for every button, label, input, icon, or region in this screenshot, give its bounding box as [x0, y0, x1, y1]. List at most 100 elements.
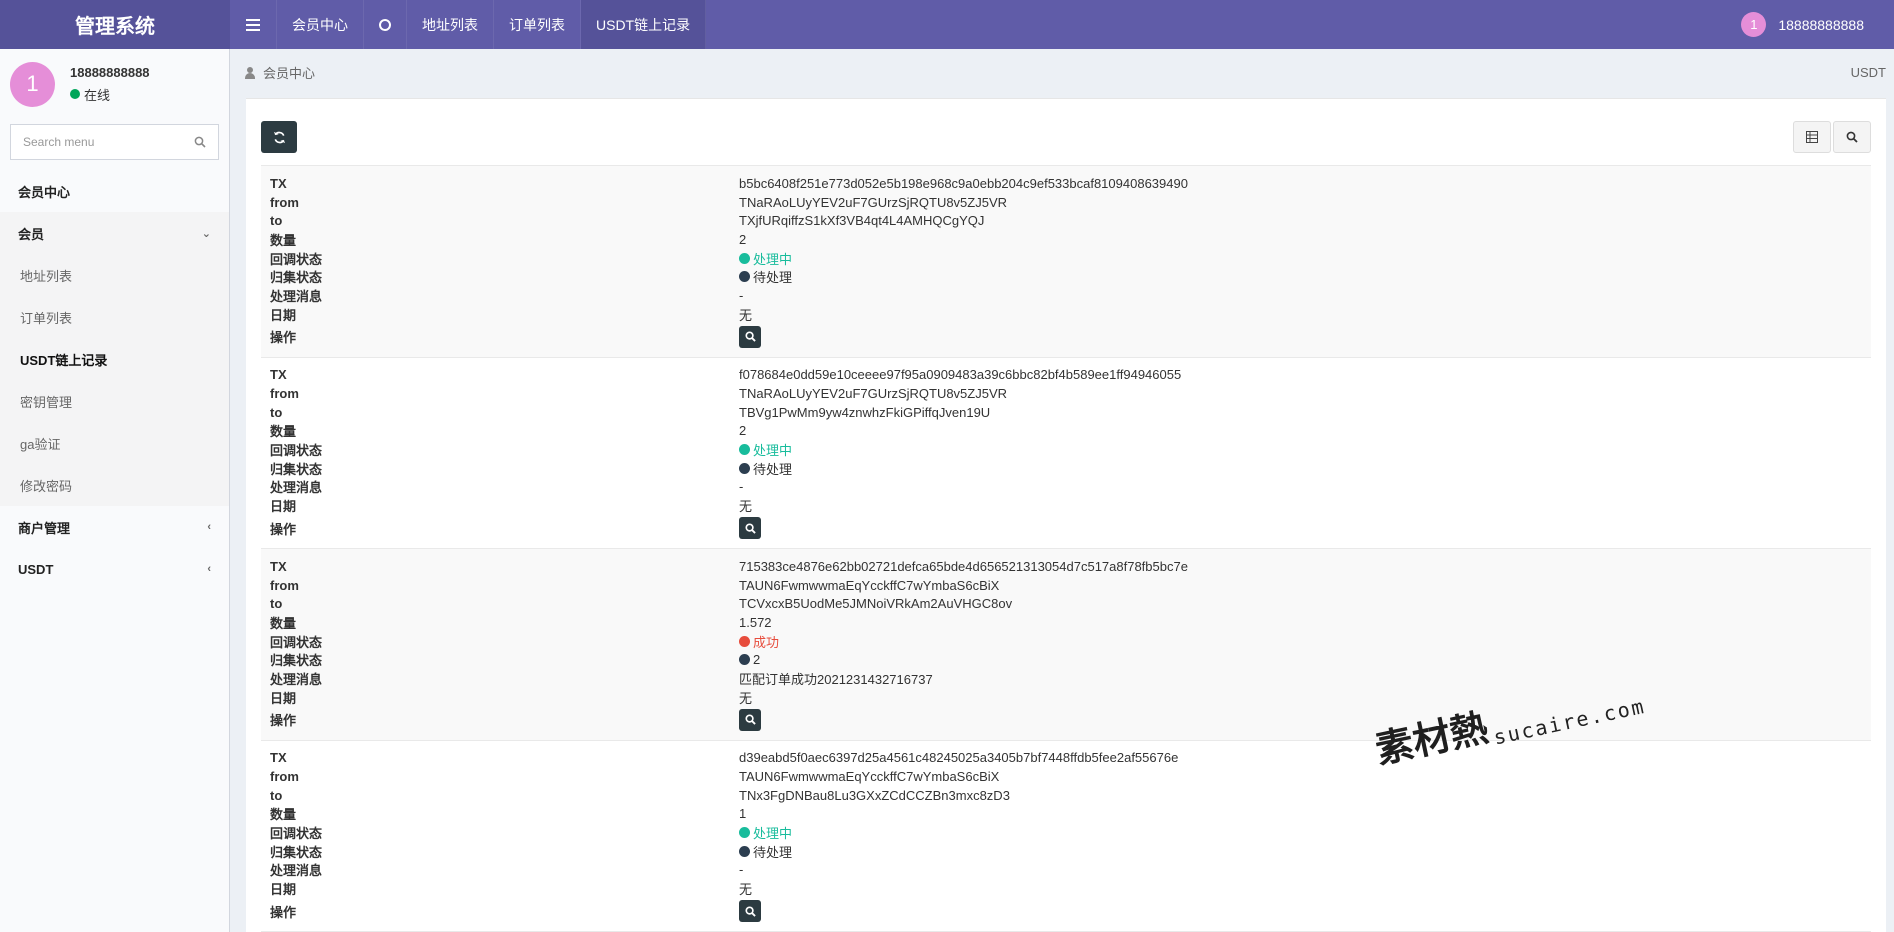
status-dot-icon — [739, 635, 750, 647]
collect-status: 待处理 — [739, 842, 792, 861]
message-label: 处理消息 — [270, 863, 323, 879]
tx-label: TX — [270, 558, 287, 574]
tx-label: TX — [270, 750, 287, 766]
status-text: 处理中 — [753, 826, 793, 842]
amount-value: 2 — [739, 231, 747, 247]
status-dot-icon — [739, 462, 750, 474]
op-label: 操作 — [270, 713, 297, 728]
view-detail-button[interactable] — [739, 708, 761, 731]
op-label: 操作 — [270, 904, 297, 920]
status-dot-icon — [739, 252, 750, 264]
sidebar-item-usdt-records[interactable]: USDT链上记录 — [0, 338, 229, 380]
record-row: TX f078684e0dd59e10ceeee97f95a0909483a39c… — [261, 356, 1871, 549]
field-row: 处理消息 - — [261, 286, 1871, 305]
hamburger-icon — [246, 18, 260, 31]
date-label: 日期 — [270, 307, 297, 323]
records-list: TX b5bc6408f251e773d052e5b198e968c9a0ebb2… — [261, 165, 1871, 932]
refresh-button[interactable] — [261, 121, 297, 153]
sidebar-item-change-password[interactable]: 修改密码 — [0, 464, 229, 506]
tab-member-center[interactable]: 会员中心 — [277, 0, 364, 49]
collect-label: 归集状态 — [270, 461, 323, 477]
to-value: TXjfURqiffzS1kXf3VB4qt4L4AMHQCgYQJ — [739, 213, 985, 229]
amount-label: 数量 — [270, 232, 297, 248]
status-text: 处理中 — [753, 443, 793, 459]
field-row: from TAUN6FwmwwmaEqYcckffC7wYmbaS6cBiX — [261, 767, 1871, 786]
date-label: 日期 — [270, 499, 297, 515]
to-value: TBVg1PwMm9yw4znwhzFkiGPiffqJven19U — [739, 404, 991, 420]
tab-address-list[interactable]: 地址列表 — [407, 0, 494, 49]
app-logo[interactable]: 管理系统 — [0, 0, 230, 49]
status-text: 成功 — [753, 634, 780, 650]
from-value: TNaRAoLUyYEV2uF7GUrzSjRQTU8v5ZJ5VR — [739, 386, 1008, 402]
tx-label: TX — [270, 367, 287, 383]
records-panel: TX b5bc6408f251e773d052e5b198e968c9a0ebb2… — [246, 98, 1886, 932]
user-icon — [245, 66, 255, 79]
status-dot-icon — [739, 845, 750, 857]
op-value — [739, 708, 761, 731]
field-row: from TNaRAoLUyYEV2uF7GUrzSjRQTU8v5ZJ5VR — [261, 384, 1871, 403]
amount-value: 1.572 — [739, 614, 772, 630]
message-value: - — [739, 287, 744, 303]
field-row: to TXjfURqiffzS1kXf3VB4qt4L4AMHQCgYQJ — [261, 211, 1871, 230]
amount-label: 数量 — [270, 615, 297, 631]
tab-usdt-records[interactable]: USDT链上记录 — [581, 0, 707, 49]
avatar: 1 — [1741, 12, 1767, 37]
message-label: 处理消息 — [270, 671, 323, 687]
sidebar-item-ga-verify[interactable]: ga验证 — [0, 422, 229, 464]
search-input[interactable] — [23, 135, 173, 149]
op-value — [739, 900, 761, 922]
amount-value: 2 — [739, 423, 747, 439]
callback-status: 成功 — [739, 632, 779, 651]
search-box — [10, 124, 219, 160]
view-detail-button[interactable] — [739, 517, 761, 539]
op-label: 操作 — [270, 330, 297, 345]
sidebar-item-merchant[interactable]: 商户管理 ‹ — [0, 506, 229, 548]
amount-label: 数量 — [270, 424, 297, 440]
status-text: 处理中 — [753, 251, 793, 267]
callback-label: 回调状态 — [270, 826, 323, 842]
sidebar-item-usdt[interactable]: USDT ‹ — [0, 548, 229, 590]
user-panel: 1 18888888888 在线 — [0, 49, 229, 119]
search-icon — [744, 714, 756, 725]
field-row: TX b5bc6408f251e773d052e5b198e968c9a0ebb2… — [261, 174, 1871, 193]
search-toggle-button[interactable] — [1833, 121, 1871, 153]
sidebar-item-key-management[interactable]: 密钥管理 — [0, 380, 229, 422]
sidebar-item-address-list[interactable]: 地址列表 — [0, 254, 229, 296]
sidebar-toggle-button[interactable] — [230, 0, 277, 49]
columns-button[interactable] — [1793, 121, 1831, 153]
menu-label: 订单列表 — [20, 310, 73, 326]
tab-order-list[interactable]: 订单列表 — [494, 0, 581, 49]
circle-icon — [379, 18, 391, 31]
to-label: to — [270, 787, 283, 803]
view-detail-button[interactable] — [739, 325, 761, 348]
status-dot-icon — [739, 271, 750, 283]
field-row: TX d39eabd5f0aec6397d25a4561c48245025a340… — [261, 749, 1871, 768]
sidebar-item-member[interactable]: 会员 ⌄ — [0, 212, 229, 254]
date-label: 日期 — [270, 882, 297, 898]
from-value: TAUN6FwmwwmaEqYcckffC7wYmbaS6cBiX — [739, 577, 1000, 593]
record-row: TX d39eabd5f0aec6397d25a4561c48245025a340… — [261, 739, 1871, 932]
field-row: 日期 无 — [261, 879, 1871, 898]
sidebar: 1 18888888888 在线 会员中心 会员 ⌄ 地址列表 订单列表 USDT… — [0, 49, 230, 932]
menu-label: 修改密码 — [20, 478, 73, 494]
to-label: to — [270, 596, 283, 612]
to-label: to — [270, 404, 283, 420]
status-text: 待处理 — [753, 461, 793, 477]
chevron-down-icon: ⌄ — [201, 227, 211, 240]
search-icon — [1846, 131, 1858, 143]
top-navbar: 管理系统 会员中心 地址列表 订单列表 USDT链上记录 1 188888888… — [0, 0, 1894, 49]
sidebar-user-name: 18888888888 — [70, 64, 150, 80]
sidebar-item-member-center[interactable]: 会员中心 — [0, 170, 229, 212]
breadcrumb-home[interactable]: 会员中心 — [263, 63, 315, 82]
search-icon[interactable] — [194, 136, 206, 148]
view-detail-button[interactable] — [739, 900, 761, 922]
circle-nav-button[interactable] — [364, 0, 407, 49]
field-row: 归集状态 待处理 — [261, 267, 1871, 286]
user-menu[interactable]: 1 18888888888 — [1741, 0, 1864, 49]
field-row: 数量 2 — [261, 422, 1871, 441]
field-row: 处理消息 - — [261, 861, 1871, 880]
sidebar-item-order-list[interactable]: 订单列表 — [0, 296, 229, 338]
collect-label: 归集状态 — [270, 270, 323, 286]
from-label: from — [270, 194, 299, 210]
status-text: 待处理 — [753, 270, 793, 286]
